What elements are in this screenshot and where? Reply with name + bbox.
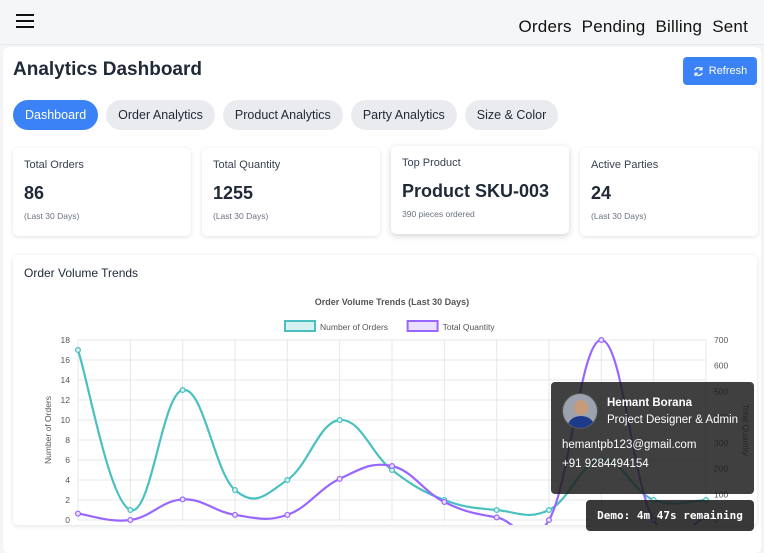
card-subtext: (Last 30 Days) — [591, 211, 647, 221]
series-1-point — [441, 499, 448, 506]
card-label: Active Parties — [591, 159, 659, 171]
card-label: Total Orders — [24, 159, 84, 171]
card-active-parties: Active Parties 24 (Last 30 Days) — [580, 148, 758, 236]
y-tick-label: 10 — [61, 415, 71, 425]
series-0-point — [284, 477, 291, 484]
card-total-quantity: Total Quantity 1255 (Last 30 Days) — [202, 148, 380, 236]
legend-label-0: Number of Orders — [320, 322, 388, 332]
y2-tick-label: 700 — [714, 335, 728, 345]
y-tick-label: 4 — [65, 475, 70, 485]
series-1-point — [284, 511, 291, 518]
series-1-point — [493, 514, 500, 521]
refresh-label: Refresh — [708, 65, 748, 77]
nav-orders[interactable]: Orders — [519, 17, 572, 37]
hamburger-icon[interactable] — [16, 14, 34, 32]
series-0-point — [336, 417, 343, 424]
tab-size-color[interactable]: Size & Color — [464, 100, 559, 130]
series-1-point — [179, 496, 186, 503]
profile-phone[interactable]: +91 9284494154 — [562, 458, 649, 470]
stat-cards: Total Orders 86 (Last 30 Days) Total Qua… — [13, 146, 758, 236]
y-tick-label: 16 — [61, 355, 71, 365]
profile-role: Project Designer & Admin — [607, 414, 739, 426]
tab-product-analytics[interactable]: Product Analytics — [222, 100, 343, 130]
y-tick-label: 0 — [65, 515, 70, 525]
tab-party-analytics[interactable]: Party Analytics — [350, 100, 457, 130]
card-subtext: 390 pieces ordered — [402, 209, 475, 219]
x-tick-label: Jul 9, 2025 — [300, 522, 343, 525]
card-value: 86 — [24, 183, 45, 203]
series-0-point — [74, 346, 81, 353]
card-label: Top Product — [402, 157, 461, 169]
y-tick-label: 14 — [61, 375, 71, 385]
series-1-point — [232, 511, 239, 518]
card-value: 1255 — [213, 183, 254, 203]
legend-swatch-0 — [284, 320, 316, 332]
series-0-point — [179, 387, 186, 394]
tab-bar: Dashboard Order Analytics Product Analyt… — [13, 100, 559, 130]
profile-name: Hemant Borana — [607, 397, 692, 409]
series-1-point — [74, 510, 81, 517]
nav-pending[interactable]: Pending — [582, 17, 646, 37]
nav-billing[interactable]: Billing — [655, 17, 702, 37]
series-1-point — [545, 517, 552, 524]
card-subtext: (Last 30 Days) — [24, 211, 80, 221]
card-top-product: Top Product Product SKU-003 390 pieces o… — [391, 146, 569, 234]
card-label: Total Quantity — [213, 159, 281, 171]
avatar — [562, 393, 598, 429]
x-tick-label: Jun 24, 2025 — [83, 522, 133, 525]
card-total-orders: Total Orders 86 (Last 30 Days) — [13, 148, 191, 236]
x-tick-label: Jun 25, 2025 — [136, 522, 186, 525]
series-0-point — [545, 507, 552, 514]
refresh-button[interactable]: Refresh — [683, 57, 757, 85]
card-value: Product SKU-003 — [402, 181, 550, 201]
demo-timer-badge: Demo: 4m 47s remaining — [586, 500, 754, 531]
series-0-point — [232, 487, 239, 494]
y-tick-label: 12 — [61, 395, 71, 405]
x-tick-label: Jul 11, 2025 — [401, 522, 448, 525]
tab-order-analytics[interactable]: Order Analytics — [106, 100, 215, 130]
series-1-point — [127, 517, 134, 524]
series-1-point — [389, 463, 396, 470]
card-value: 24 — [591, 183, 612, 203]
series-0-point — [127, 507, 134, 514]
series-0-point — [493, 507, 500, 514]
y2-tick-label: 600 — [714, 361, 728, 371]
legend-label-1: Total Quantity — [443, 322, 496, 332]
legend-swatch-1 — [406, 320, 439, 332]
y-tick-label: 8 — [65, 435, 70, 445]
series-1-point — [336, 475, 343, 482]
nav-sent[interactable]: Sent — [712, 17, 748, 37]
series-1-point — [598, 336, 605, 343]
y-tick-label: 18 — [61, 335, 71, 345]
chart-title: Order Volume Trends (Last 30 Days) — [315, 297, 469, 307]
top-navbar: Orders Pending Billing Sent — [0, 0, 764, 45]
refresh-icon — [693, 66, 703, 76]
x-tick-label: Jun 30, 2025 — [188, 522, 238, 525]
x-tick-label: Jul 10, 2025 — [348, 522, 395, 525]
y-axis-label: Number of Orders — [43, 396, 53, 464]
profile-email[interactable]: hemantpb123@gmail.com — [562, 439, 696, 451]
y-tick-label: 2 — [65, 495, 70, 505]
x-tick-label: Jul 12, 2025 — [452, 522, 499, 525]
page-title: Analytics Dashboard — [13, 59, 202, 80]
profile-popup: Hemant Borana Project Designer & Admin h… — [551, 382, 754, 494]
x-tick-label: Jun 23, 2025 — [31, 522, 81, 525]
tab-dashboard[interactable]: Dashboard — [13, 100, 99, 130]
y-tick-label: 6 — [65, 455, 70, 465]
card-subtext: (Last 30 Days) — [213, 211, 269, 221]
top-nav: Orders Pending Billing Sent — [519, 17, 749, 37]
x-tick-label: Jul 4, 2025 — [248, 522, 291, 525]
